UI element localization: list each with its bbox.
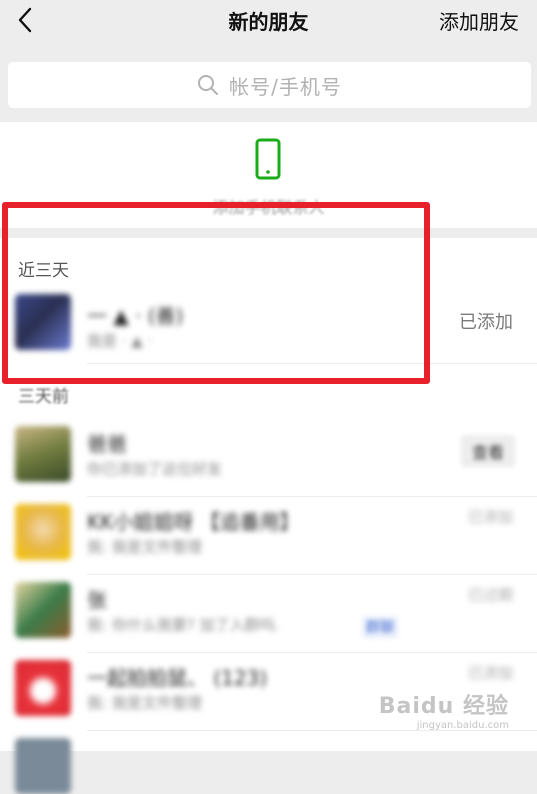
friend-name: 一起拍拍鼠、 (123)	[87, 666, 268, 690]
avatar	[15, 426, 71, 482]
list-item[interactable]: 张 我: 你什么我要? 加了入群吗. 群聊 已过期	[0, 574, 537, 652]
tag-chip: 群聊	[362, 616, 398, 638]
list-item[interactable]: 爸爸 你已添加了这位好友 查看	[0, 418, 537, 496]
avatar	[15, 582, 71, 638]
avatar	[15, 504, 71, 560]
status-added: 已添加	[467, 508, 513, 526]
status-added: 已添加	[467, 664, 513, 682]
list-item[interactable]: 一起拍拍鼠、 (123) 我: 我是文件整理 已添加	[0, 652, 537, 730]
friend-name: 张	[87, 588, 107, 612]
friend-message: 我: 我是文件整理	[87, 694, 202, 712]
friend-message: 我: 你什么我要? 加了入群吗.	[87, 616, 280, 634]
phone-icon	[255, 138, 281, 180]
friend-name: KK小姐姐呀 【追番用】	[87, 510, 300, 534]
nav-bar: 新的朋友 添加朋友	[0, 0, 537, 44]
view-button[interactable]: 查看	[461, 435, 515, 467]
list-item[interactable]: KK小姐姐呀 【追番用】 我: 我是文件整理 已添加	[0, 496, 537, 574]
search-input[interactable]: 帐号/手机号	[8, 62, 531, 108]
add-friends-button[interactable]: 添加朋友	[439, 6, 519, 35]
friend-name: 爸爸	[87, 432, 127, 456]
divider	[87, 363, 537, 364]
friend-message: 我是 · ▲ ·	[87, 332, 153, 350]
status-expired: 已过期	[467, 586, 513, 604]
divider	[87, 730, 537, 731]
search-placeholder: 帐号/手机号	[229, 74, 342, 99]
section-gap	[0, 228, 537, 238]
section-title-older: 三天前	[18, 387, 69, 407]
friend-message: 我: 我是文件整理	[87, 538, 202, 556]
add-phone-contacts[interactable]: 添加手机联系人	[0, 122, 537, 228]
search-icon	[198, 75, 219, 95]
friend-message: 你已添加了这位好友	[87, 460, 223, 478]
avatar	[15, 660, 71, 716]
section-title-recent: 近三天	[18, 261, 69, 281]
friend-name: 一 ▲ · (善)	[87, 304, 184, 328]
avatar	[15, 738, 71, 794]
status-added: 已添加	[459, 312, 513, 333]
add-phone-contacts-label: 添加手机联系人	[212, 198, 325, 217]
list-item[interactable]: 一 ▲ · (善) 我是 · ▲ · 已添加	[0, 288, 537, 366]
friend-request-list: 近三天 一 ▲ · (善) 我是 · ▲ · 已添加 三天前 爸爸 你已添加了这…	[0, 238, 537, 794]
avatar	[15, 294, 71, 350]
